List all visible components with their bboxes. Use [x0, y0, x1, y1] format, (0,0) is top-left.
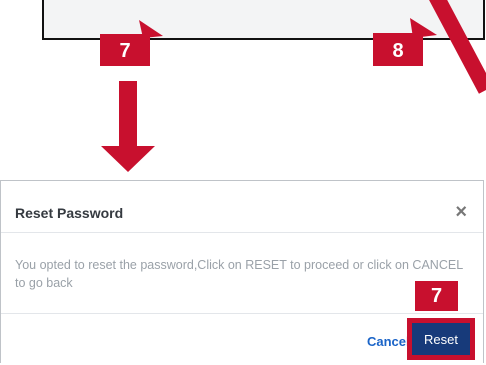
reset-password-dialog: Reset Password × You opted to reset the …: [0, 180, 484, 363]
diagonal-arrow-line: [429, 0, 486, 94]
dialog-message: You opted to reset the password,Click on…: [15, 258, 463, 290]
step-badge-7-dialog: 7: [415, 281, 458, 311]
step-badge-7-top: 7: [100, 34, 150, 66]
dialog-header: Reset Password ×: [1, 181, 483, 233]
down-arrow-shaft: [119, 81, 137, 147]
reset-button[interactable]: Reset: [407, 318, 475, 360]
close-icon[interactable]: ×: [455, 201, 467, 224]
step-badge-8-top: 8: [373, 33, 423, 66]
down-arrow-head: [101, 146, 155, 172]
dialog-title: Reset Password: [15, 205, 124, 221]
cancel-button[interactable]: Cancel: [367, 334, 410, 349]
dialog-footer: Cancel Reset: [1, 313, 483, 365]
